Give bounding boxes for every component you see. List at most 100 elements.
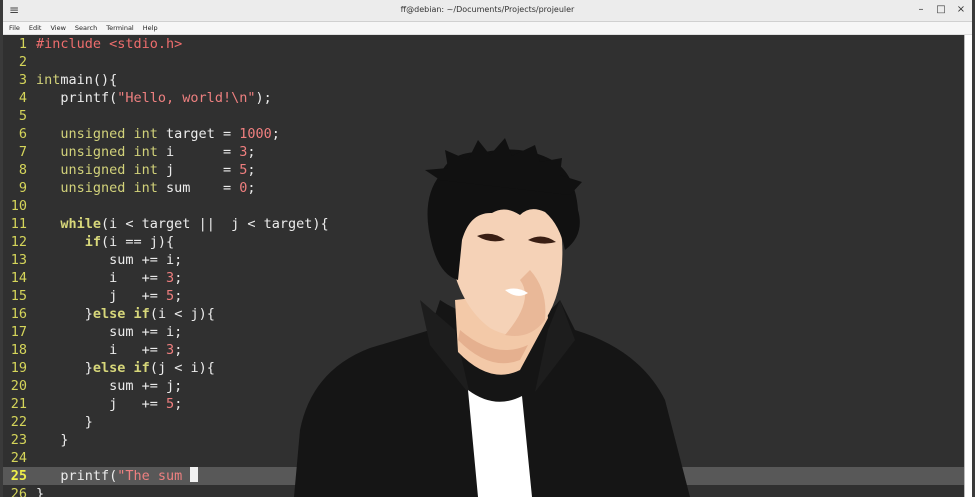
code-line[interactable]: 6 unsigned int target = 1000; xyxy=(3,125,965,143)
code-token: ; xyxy=(247,144,256,160)
code-token: 3 xyxy=(166,342,175,358)
line-code: intmain(){ xyxy=(36,71,117,89)
menu-terminal[interactable]: Terminal xyxy=(106,22,133,34)
code-line[interactable]: 18 i += 3; xyxy=(3,341,965,359)
line-number: 21 xyxy=(10,396,27,412)
line-code: } xyxy=(36,413,93,431)
code-line[interactable]: 4 printf("Hello, world!\n"); xyxy=(3,89,965,107)
code-line[interactable]: 26} xyxy=(3,485,965,497)
code-token: ; xyxy=(247,162,256,178)
code-token: } xyxy=(36,306,93,322)
code-token: i += xyxy=(36,270,167,286)
code-token: ; xyxy=(174,288,183,304)
line-number: 20 xyxy=(10,378,27,394)
line-number: 24 xyxy=(10,450,27,466)
line-code: i += 3; xyxy=(36,341,182,359)
maximize-icon[interactable]: □ xyxy=(936,3,946,17)
code-token: 1000 xyxy=(239,126,272,142)
code-token: ; xyxy=(271,126,280,142)
line-code: unsigned int target = 1000; xyxy=(36,125,280,143)
menu-help[interactable]: Help xyxy=(143,22,158,34)
line-number: 9 xyxy=(18,180,27,196)
code-token: j += xyxy=(36,396,167,412)
line-number: 25 xyxy=(10,468,27,484)
line-code: if(i == j){ xyxy=(36,233,174,251)
line-code: } xyxy=(36,485,44,497)
scrollbar[interactable] xyxy=(964,35,972,497)
menu-file[interactable]: File xyxy=(9,22,20,34)
code-line[interactable]: 13 sum += i; xyxy=(3,251,965,269)
code-line[interactable]: 11 while(i < target || j < target){ xyxy=(3,215,965,233)
menu-search[interactable]: Search xyxy=(75,22,97,34)
line-number: 26 xyxy=(10,486,27,497)
code-token: (j < i){ xyxy=(149,360,215,376)
code-line[interactable]: 5 xyxy=(3,107,965,125)
code-line[interactable]: 7 unsigned int i = 3; xyxy=(3,143,965,161)
menu-edit[interactable]: Edit xyxy=(29,22,42,34)
code-line[interactable]: 21 j += 5; xyxy=(3,395,965,413)
code-editor[interactable]: 1 #include <stdio.h> 2 3 intmain(){4 printf(… xyxy=(3,35,965,497)
window-title: ff@debian: ~/Documents/Projects/projeule… xyxy=(400,5,575,14)
code-line[interactable]: 9 unsigned int sum = 0; xyxy=(3,179,965,197)
code-token: printf( xyxy=(36,468,118,484)
code-token: unsigned int xyxy=(36,144,158,160)
code-token: ; xyxy=(174,342,183,358)
code-token: unsigned int xyxy=(36,126,158,142)
line-number: 1 xyxy=(18,36,27,52)
line-number: 13 xyxy=(10,252,27,268)
code-token: target = xyxy=(157,126,240,142)
code-token: i = xyxy=(157,144,240,160)
code-token: sum += j; xyxy=(36,378,183,394)
minimize-icon[interactable]: – xyxy=(916,3,926,17)
code-token: 3 xyxy=(166,270,175,286)
code-token: sum += i; xyxy=(36,252,183,268)
line-code: j += 5; xyxy=(36,395,182,413)
code-line[interactable]: 2 xyxy=(3,53,965,71)
code-token: } xyxy=(36,414,93,430)
code-line[interactable]: 22 } xyxy=(3,413,965,431)
line-code: #include <stdio.h> xyxy=(36,35,182,53)
code-token: (i == j){ xyxy=(101,234,175,250)
line-code: sum += i; xyxy=(36,251,182,269)
code-token: j = xyxy=(157,162,240,178)
menu-bar: File Edit View Search Terminal Help xyxy=(3,22,972,35)
line-code: sum += j; xyxy=(36,377,182,395)
code-line[interactable]: 17 sum += i; xyxy=(3,323,965,341)
code-line[interactable]: 16 }else if(i < j){ xyxy=(3,305,965,323)
line-number: 11 xyxy=(10,216,27,232)
code-token: ); xyxy=(255,90,272,106)
code-line[interactable]: 10 xyxy=(3,197,965,215)
line-number: 15 xyxy=(10,288,27,304)
code-line[interactable]: 24 xyxy=(3,449,965,467)
menu-view[interactable]: View xyxy=(50,22,65,34)
line-number: 22 xyxy=(10,414,27,430)
code-token: ; xyxy=(174,270,183,286)
code-line[interactable]: 1 #include <stdio.h> xyxy=(3,35,965,53)
line-number: 3 xyxy=(18,72,27,88)
line-number: 14 xyxy=(10,270,27,286)
code-token: "The sum xyxy=(117,468,191,484)
line-code: } xyxy=(36,431,68,449)
line-code: unsigned int sum = 0; xyxy=(36,179,255,197)
code-line[interactable]: 12 if(i == j){ xyxy=(3,233,965,251)
code-token: ; xyxy=(174,396,183,412)
code-line[interactable]: 15 j += 5; xyxy=(3,287,965,305)
code-line[interactable]: 20 sum += j; xyxy=(3,377,965,395)
line-code: printf("The sum xyxy=(36,467,199,485)
code-line[interactable]: 19 }else if(j < i){ xyxy=(3,359,965,377)
code-token: while xyxy=(36,216,102,232)
terminal-window: ≡ ff@debian: ~/Documents/Projects/projeu… xyxy=(3,0,972,497)
code-token: (i < j){ xyxy=(149,306,215,322)
code-token: else if xyxy=(92,306,150,322)
close-icon[interactable]: × xyxy=(956,3,966,17)
code-token: 5 xyxy=(166,288,175,304)
code-line[interactable]: 25 printf("The sum xyxy=(3,467,965,485)
line-code: unsigned int i = 3; xyxy=(36,143,255,161)
code-line[interactable]: 3 intmain(){ xyxy=(3,71,965,89)
code-line[interactable]: 14 i += 3; xyxy=(3,269,965,287)
code-line[interactable]: 23 } xyxy=(3,431,965,449)
code-line[interactable]: 8 unsigned int j = 5; xyxy=(3,161,965,179)
code-token: "Hello, world!\n" xyxy=(117,90,256,106)
code-token: (i < target || j < target){ xyxy=(101,216,329,232)
line-number: 8 xyxy=(18,162,27,178)
